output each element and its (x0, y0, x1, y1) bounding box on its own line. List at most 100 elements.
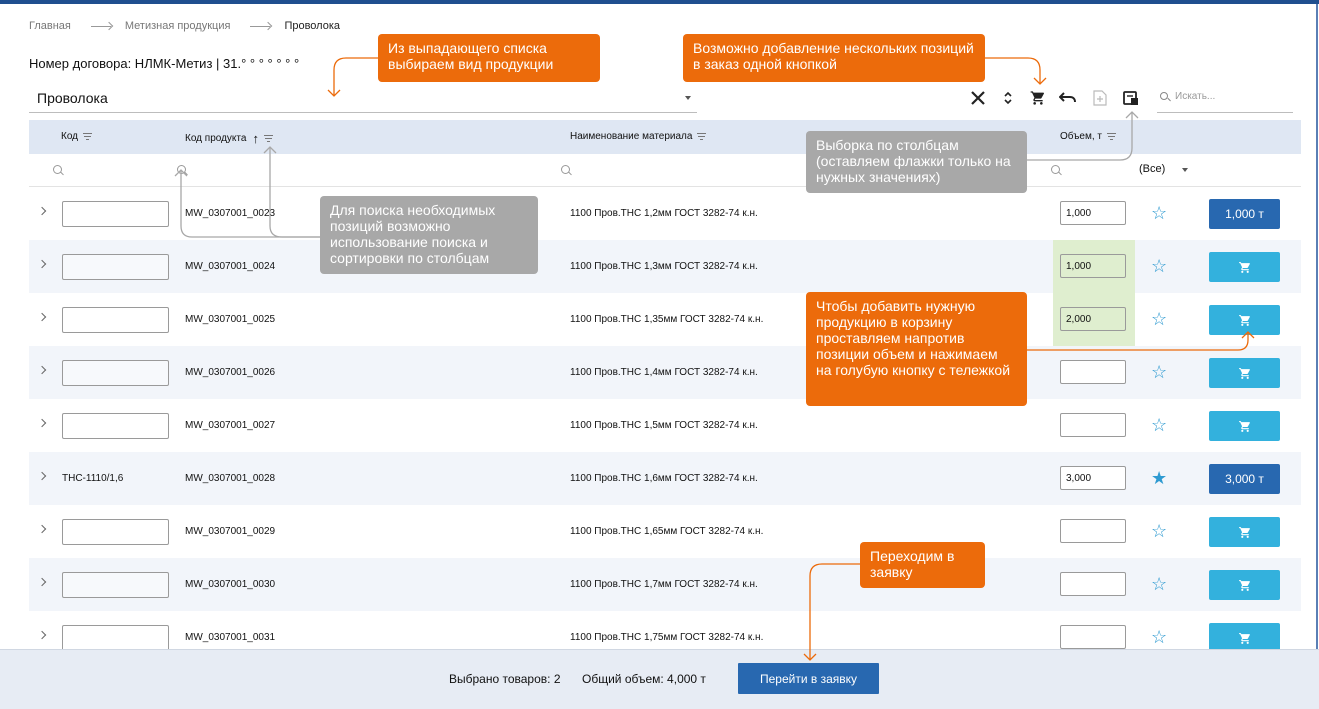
column-header-name[interactable]: Наименование материала (570, 131, 707, 142)
chevron-down-icon[interactable] (1182, 168, 1188, 172)
volume-cell: 1,000 (1053, 240, 1135, 293)
expand-row-icon[interactable] (37, 577, 47, 587)
arrowhead-icon (1125, 111, 1139, 119)
volume-input[interactable]: 1,000 (1060, 201, 1126, 225)
export-icon[interactable] (1090, 88, 1110, 108)
volume-input[interactable] (1060, 572, 1126, 596)
search-icon[interactable] (561, 165, 570, 174)
contract-number: Номер договора: НЛМК-Метиз | 31.° ° ° ° … (29, 56, 300, 71)
volume-input[interactable] (1060, 360, 1126, 384)
add-to-cart-button[interactable] (1209, 252, 1280, 282)
volume-value: 1,000 (1066, 208, 1092, 219)
volume-input[interactable] (1060, 625, 1126, 649)
filter-icon[interactable] (697, 133, 707, 140)
volume-cell: 2,000 (1053, 293, 1135, 346)
code-input[interactable] (62, 519, 169, 545)
star-outline-icon[interactable]: ☆ (1151, 362, 1167, 382)
arrowhead-icon (1033, 77, 1047, 85)
column-header-code[interactable]: Код (61, 131, 93, 142)
star-outline-icon[interactable]: ☆ (1151, 627, 1167, 647)
code-input[interactable] (62, 413, 169, 439)
added-volume-button[interactable]: 1,000 т (1209, 199, 1280, 229)
table-row: MW_0307001_0027 1100 Пров.ТНС 1,5мм ГОСТ … (29, 399, 1301, 452)
column-header-volume-label: Объем, т (1060, 131, 1102, 142)
material-name: 1100 Пров.ТНС 1,5мм ГОСТ 3282-74 к.н. (570, 420, 758, 431)
search-icon[interactable] (53, 165, 62, 174)
code-input[interactable] (62, 201, 169, 227)
breadcrumb-current: Проволока (284, 20, 341, 32)
callout-go-to-order: Переходим в заявку (860, 542, 985, 588)
expand-row-icon[interactable] (37, 418, 47, 428)
filter-icon[interactable] (83, 133, 93, 140)
material-name: 1100 Пров.ТНС 1,7мм ГОСТ 3282-74 к.н. (570, 579, 758, 590)
volume-cell (1053, 346, 1135, 399)
search-icon (1160, 92, 1168, 100)
sort-asc-icon[interactable]: ↑ (252, 131, 259, 146)
expand-row-icon[interactable] (37, 630, 47, 640)
callout-columns: Выборка по столбцам (оставляем флажки то… (806, 131, 1027, 193)
star-outline-icon[interactable]: ☆ (1151, 415, 1167, 435)
filter-icon[interactable] (1107, 133, 1116, 140)
filter-all-select[interactable]: (Все) (1139, 163, 1165, 175)
add-to-cart-button[interactable] (1209, 517, 1280, 547)
code-input[interactable] (62, 254, 169, 280)
star-filled-icon[interactable]: ★ (1151, 468, 1167, 488)
product-type-select[interactable]: Проволока (29, 84, 697, 113)
expand-row-icon[interactable] (37, 524, 47, 534)
code-input[interactable] (62, 625, 169, 651)
star-outline-icon[interactable]: ☆ (1151, 256, 1167, 276)
search-placeholder: Искать... (1175, 91, 1216, 102)
breadcrumb-metiz[interactable]: Метизная продукция (125, 20, 231, 32)
undo-icon[interactable] (1058, 88, 1078, 108)
star-outline-icon[interactable]: ☆ (1151, 521, 1167, 541)
add-to-cart-button[interactable] (1209, 305, 1280, 335)
expand-row-icon[interactable] (37, 259, 47, 269)
volume-input[interactable] (1060, 519, 1126, 543)
star-outline-icon[interactable]: ☆ (1151, 203, 1167, 223)
go-to-order-button[interactable]: Перейти в заявку (738, 663, 879, 694)
table-row: MW_0307001_0030 1100 Пров.ТНС 1,7мм ГОСТ … (29, 558, 1301, 611)
code-input[interactable] (62, 572, 169, 598)
add-to-cart-button[interactable] (1209, 411, 1280, 441)
close-icon[interactable] (968, 88, 988, 108)
volume-cell (1053, 505, 1135, 558)
search-input[interactable]: Искать... (1157, 84, 1293, 113)
expand-row-icon[interactable] (37, 365, 47, 375)
column-chooser-icon[interactable] (1121, 88, 1141, 108)
callout-add-to-cart: Чтобы добавить нужную продукцию в корзин… (806, 292, 1027, 406)
table-row: MW_0307001_0023 1100 Пров.ТНС 1,2мм ГОСТ … (29, 187, 1301, 240)
breadcrumb-home[interactable]: Главная (29, 20, 71, 32)
column-header-name-label: Наименование материала (570, 131, 693, 142)
expand-collapse-icon[interactable] (998, 88, 1018, 108)
cart-add-all-icon[interactable] (1028, 88, 1048, 108)
breadcrumb: Главная Метизная продукция Проволока (29, 20, 348, 32)
star-outline-icon[interactable]: ☆ (1151, 574, 1167, 594)
column-header-volume[interactable]: Объем, т (1060, 131, 1116, 142)
column-header-product-code[interactable]: Код продукта ↑ (185, 131, 273, 146)
total-volume: Общий объем: 4,000 т (582, 672, 706, 686)
search-icon[interactable] (177, 165, 186, 174)
volume-input[interactable]: 1,000 (1060, 254, 1126, 278)
cart-icon (1238, 261, 1252, 274)
material-name: 1100 Пров.ТНС 1,3мм ГОСТ 3282-74 к.н. (570, 261, 758, 272)
volume-input[interactable]: 2,000 (1060, 307, 1126, 331)
volume-input[interactable] (1060, 413, 1126, 437)
product-code: MW_0307001_0025 (185, 314, 276, 325)
column-header-code-label: Код (61, 131, 79, 142)
volume-input[interactable]: 3,000 (1060, 466, 1126, 490)
filter-icon[interactable] (263, 135, 273, 142)
expand-row-icon[interactable] (37, 471, 47, 481)
expand-row-icon[interactable] (37, 206, 47, 216)
table-row: MW_0307001_0025 1100 Пров.ТНС 1,35мм ГОСТ… (29, 293, 1301, 346)
add-to-cart-button[interactable] (1209, 570, 1280, 600)
code-input[interactable] (62, 307, 169, 333)
top-accent-bar (0, 0, 1319, 4)
code-input[interactable] (62, 360, 169, 386)
add-to-cart-button[interactable] (1209, 358, 1280, 388)
selected-count: Выбрано товаров: 2 (449, 672, 561, 686)
expand-row-icon[interactable] (37, 312, 47, 322)
table-row: MW_0307001_0024 1100 Пров.ТНС 1,3мм ГОСТ … (29, 240, 1301, 293)
added-volume-button[interactable]: 3,000 т (1209, 464, 1280, 494)
search-icon[interactable] (1051, 165, 1060, 174)
star-outline-icon[interactable]: ☆ (1151, 309, 1167, 329)
